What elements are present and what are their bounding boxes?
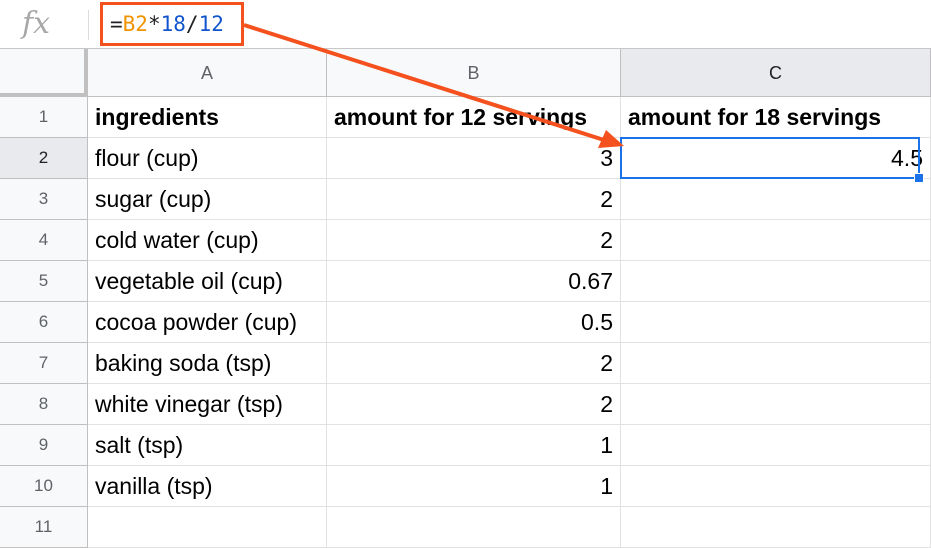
- cell-c4[interactable]: [621, 220, 931, 261]
- column-header-c[interactable]: C: [621, 49, 931, 97]
- select-all-corner[interactable]: [0, 49, 88, 97]
- cell-c5[interactable]: [621, 261, 931, 302]
- formula-bar: fx =B2*18/12: [0, 0, 931, 49]
- cell-b6[interactable]: 0.5: [327, 302, 621, 343]
- row-header[interactable]: 11: [0, 507, 88, 548]
- formula-cell-reference: B2: [122, 12, 148, 36]
- cell-a4[interactable]: cold water (cup): [88, 220, 327, 261]
- row-header[interactable]: 2: [0, 138, 88, 179]
- cell-a8[interactable]: white vinegar (tsp): [88, 384, 327, 425]
- formula-equals: =: [110, 12, 123, 36]
- row-header[interactable]: 3: [0, 179, 88, 220]
- row-header[interactable]: 1: [0, 97, 88, 138]
- cell-c10[interactable]: [621, 466, 931, 507]
- cell-c3[interactable]: [621, 179, 931, 220]
- cell-c6[interactable]: [621, 302, 931, 343]
- cell-c8[interactable]: [621, 384, 931, 425]
- cell-c7[interactable]: [621, 343, 931, 384]
- formula-input[interactable]: =B2*18/12: [100, 2, 244, 46]
- row-header[interactable]: 9: [0, 425, 88, 466]
- cell-a7[interactable]: baking soda (tsp): [88, 343, 327, 384]
- cell-b10[interactable]: 1: [327, 466, 621, 507]
- formula-number-literal: 18: [160, 12, 186, 36]
- formula-operator-divide: /: [185, 12, 199, 36]
- cell-b8[interactable]: 2: [327, 384, 621, 425]
- cell-b4[interactable]: 2: [327, 220, 621, 261]
- cell-b5[interactable]: 0.67: [327, 261, 621, 302]
- cell-a10[interactable]: vanilla (tsp): [88, 466, 327, 507]
- cell-b11[interactable]: [327, 507, 621, 548]
- row-header[interactable]: 4: [0, 220, 88, 261]
- cell-c11[interactable]: [621, 507, 931, 548]
- cell-a3[interactable]: sugar (cup): [88, 179, 327, 220]
- cell-b7[interactable]: 2: [327, 343, 621, 384]
- formula-bar-divider: [88, 10, 89, 40]
- fill-handle[interactable]: [914, 173, 924, 183]
- row-header[interactable]: 10: [0, 466, 88, 507]
- cell-a6[interactable]: cocoa powder (cup): [88, 302, 327, 343]
- formula-number-literal: 12: [198, 12, 224, 36]
- cell-a5[interactable]: vegetable oil (cup): [88, 261, 327, 302]
- cell-b9[interactable]: 1: [327, 425, 621, 466]
- row-header[interactable]: 6: [0, 302, 88, 343]
- fx-icon: fx: [22, 6, 51, 41]
- cell-b2[interactable]: 3: [327, 138, 621, 179]
- cell-a2[interactable]: flour (cup): [88, 138, 327, 179]
- cell-c9[interactable]: [621, 425, 931, 466]
- cell-a9[interactable]: salt (tsp): [88, 425, 327, 466]
- cell-b3[interactable]: 2: [327, 179, 621, 220]
- cell-b1[interactable]: amount for 12 servings: [327, 97, 621, 138]
- cell-a1[interactable]: ingredients: [88, 97, 327, 138]
- cell-a11[interactable]: [88, 507, 327, 548]
- cell-c1[interactable]: amount for 18 servings: [621, 97, 931, 138]
- column-header-b[interactable]: B: [327, 49, 621, 97]
- formula-operator-multiply: *: [147, 12, 161, 36]
- row-header[interactable]: 8: [0, 384, 88, 425]
- row-header[interactable]: 5: [0, 261, 88, 302]
- row-header[interactable]: 7: [0, 343, 88, 384]
- selected-cell-outline: [620, 137, 920, 179]
- column-header-a[interactable]: A: [88, 49, 327, 97]
